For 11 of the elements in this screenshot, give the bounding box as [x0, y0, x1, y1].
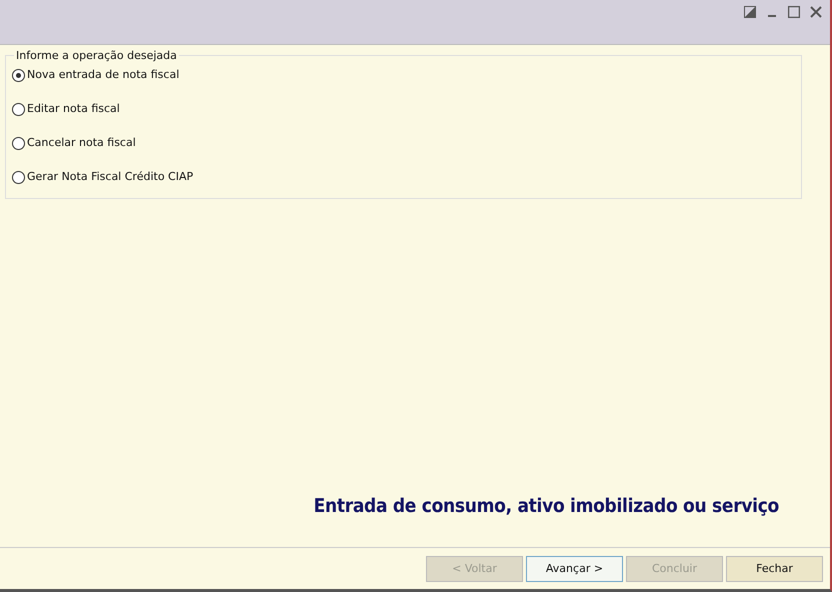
maximize-icon[interactable] [788, 6, 800, 18]
group-title: Informe a operação desejada [15, 49, 178, 62]
wizard-button[interactable]: Fechar [726, 556, 823, 582]
radio-option[interactable]: Gerar Nota Fiscal Crédito CIAP [12, 168, 194, 186]
radio-option[interactable]: Nova entrada de nota fiscal [12, 66, 180, 84]
radio-option[interactable]: Cancelar nota fiscal [12, 134, 136, 152]
banner-title: Entrada de consumo, ativo imobilizado ou serviço [314, 495, 779, 517]
wizard-button[interactable]: Avançar > [526, 556, 623, 582]
radio-option[interactable]: Editar nota fiscal [12, 100, 120, 118]
window-mode-icon[interactable] [744, 6, 756, 18]
close-icon[interactable] [810, 6, 822, 18]
